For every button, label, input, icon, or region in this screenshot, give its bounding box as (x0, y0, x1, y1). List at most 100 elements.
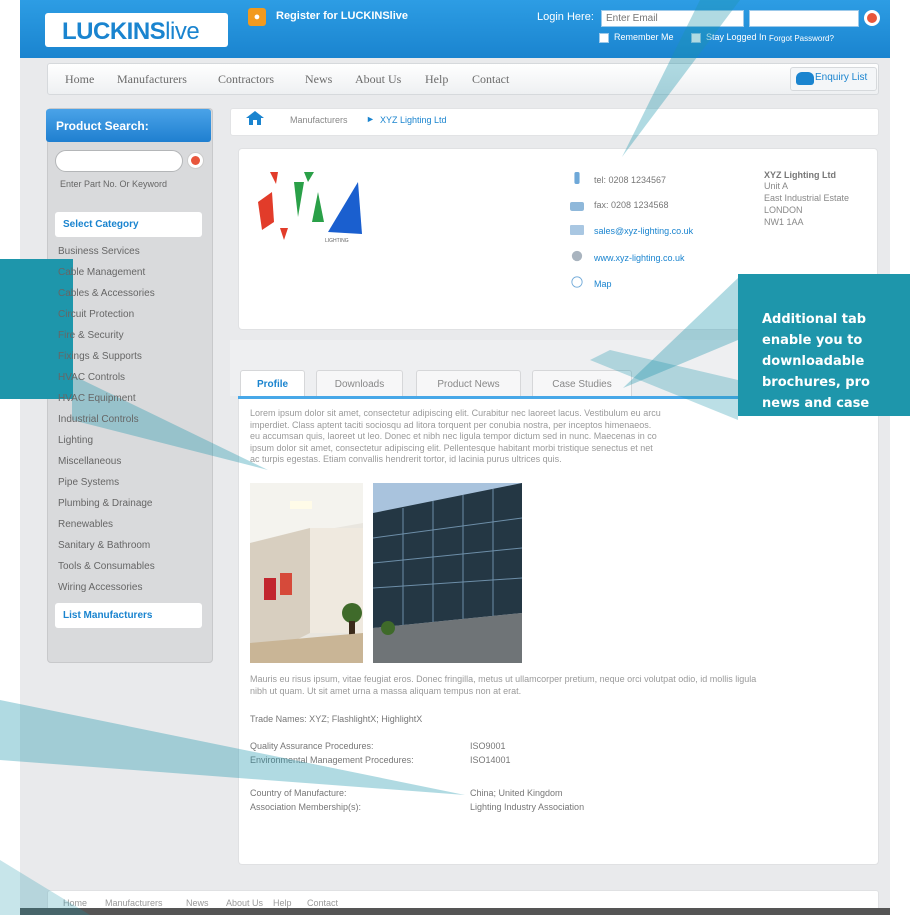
footer-contact[interactable]: Contact (307, 898, 338, 908)
country-value: China; United Kingdom (470, 788, 563, 798)
para1-line: imperdiet. Class aptent taciti sociosqu … (250, 419, 652, 430)
forgot-password-link[interactable]: Forgot Password? (769, 34, 834, 43)
logo-tagline: LIGHTING (325, 238, 349, 244)
rss-icon[interactable]: ● (248, 8, 266, 26)
profile-paragraph-2: Mauris eu risus ipsum, vitae feugiat ero… (250, 674, 870, 697)
category-item[interactable]: Plumbing & Drainage (58, 498, 153, 509)
trade-names: Trade Names: XYZ; FlashlightX; Highlight… (250, 714, 423, 724)
list-manufacturers-label: List Manufacturers (63, 610, 153, 621)
email-field[interactable] (601, 10, 744, 27)
nav-news[interactable]: News (305, 72, 332, 87)
breadcrumb-arrow-icon: ► (366, 114, 375, 124)
para1-line: ipsum dolor sit amet, consectetur adipis… (250, 442, 653, 453)
password-field[interactable] (749, 10, 859, 27)
car-icon (796, 72, 814, 85)
nav-about-us[interactable]: About Us (355, 72, 401, 87)
logo-text[interactable]: LUCKINSlive (62, 18, 200, 46)
login-label: Login Here: (537, 11, 594, 23)
company-fax: fax: 0208 1234568 (594, 200, 669, 210)
para1-line: ac turpis egestas. Etiam convallis hendr… (250, 454, 562, 464)
nav-home[interactable]: Home (65, 72, 94, 87)
env-label: Environmental Management Procedures: (250, 755, 414, 765)
company-map-link[interactable]: Map (594, 279, 612, 289)
select-category-label: Select Category (63, 219, 139, 230)
email-icon (570, 225, 584, 235)
register-link[interactable]: Register for LUCKINSlive (276, 10, 408, 22)
building-photo (373, 483, 522, 663)
category-item[interactable]: Fixings & Supports (58, 351, 142, 362)
home-icon[interactable] (246, 111, 264, 125)
tab-product-news[interactable]: Product News (416, 370, 521, 398)
category-item[interactable]: Pipe Systems (58, 477, 119, 488)
tab-downloads[interactable]: Downloads (316, 370, 403, 398)
category-item[interactable]: Fire & Security (58, 330, 124, 341)
footer-help[interactable]: Help (273, 898, 292, 908)
callout-line: news and case (762, 396, 870, 411)
search-button[interactable] (187, 152, 204, 169)
product-search-title: Product Search: (56, 119, 149, 133)
callout-line: enable you to (762, 333, 863, 348)
address-line-3: LONDON (764, 205, 803, 215)
para2-line: nibh ut quam. Ut sit amet urna a massa a… (250, 685, 522, 696)
category-item[interactable]: Industrial Controls (58, 414, 139, 425)
category-item[interactable]: Cable Management (58, 267, 145, 278)
stay-logged-checkbox[interactable] (691, 33, 701, 43)
remember-checkbox[interactable] (599, 33, 609, 43)
interior-photo (250, 483, 363, 663)
tabs-callout: Additional tab enable you to downloadabl… (738, 274, 910, 416)
footer-news[interactable]: News (186, 898, 209, 908)
address-line-4: NW1 1AA (764, 217, 804, 227)
nav-contact[interactable]: Contact (472, 72, 509, 87)
profile-paragraph-1: Lorem ipsum dolor sit amet, consectetur … (250, 408, 870, 466)
callout-line: downloadable (762, 354, 865, 369)
fax-icon (570, 202, 584, 211)
qa-value: ISO9001 (470, 741, 506, 751)
category-item[interactable]: Lighting (58, 435, 93, 446)
stay-logged-label: Stay Logged In (706, 32, 767, 42)
company-logo (258, 172, 362, 240)
search-input[interactable] (55, 150, 183, 172)
map-icon (571, 276, 583, 288)
company-name: XYZ Lighting Ltd (764, 170, 836, 180)
company-tel: tel: 0208 1234567 (594, 175, 667, 185)
callout-line: brochures, pro (762, 375, 870, 390)
tab-profile[interactable]: Profile (240, 370, 305, 398)
footer-manufacturers[interactable]: Manufacturers (105, 898, 163, 908)
globe-icon (571, 250, 583, 262)
category-item[interactable]: Business Services (58, 246, 140, 257)
bottom-strip (20, 908, 890, 915)
nav-contractors[interactable]: Contractors (218, 72, 274, 87)
phone-icon (574, 172, 580, 184)
login-button[interactable] (864, 10, 880, 26)
enquiry-list-label: Enquiry List (815, 72, 868, 83)
nav-manufacturers[interactable]: Manufacturers (117, 72, 187, 87)
tab-case-studies[interactable]: Case Studies (532, 370, 632, 398)
company-email-link[interactable]: sales@xyz-lighting.co.uk (594, 226, 693, 236)
category-item[interactable]: HVAC Controls (58, 372, 125, 383)
category-item[interactable]: Sanitary & Bathroom (58, 540, 150, 551)
qa-label: Quality Assurance Procedures: (250, 741, 374, 751)
nav-help[interactable]: Help (425, 72, 448, 87)
para1-line: eu accumsan quis, laoreet ut leo. Donec … (250, 431, 657, 441)
country-label: Country of Manufacture: (250, 788, 347, 798)
category-item[interactable]: Renewables (58, 519, 113, 530)
env-value: ISO14001 (470, 755, 511, 765)
breadcrumb-current[interactable]: XYZ Lighting Ltd (380, 115, 447, 125)
category-item[interactable]: Circuit Protection (58, 309, 134, 320)
category-item[interactable]: HVAC Equipment (58, 393, 136, 404)
address-line-1: Unit A (764, 181, 789, 191)
breadcrumb-manufacturers[interactable]: Manufacturers (290, 115, 348, 125)
association-value: Lighting Industry Association (470, 802, 585, 812)
para2-line: Mauris eu risus ipsum, vitae feugiat ero… (250, 674, 757, 684)
search-hint: Enter Part No. Or Keyword (60, 179, 168, 189)
footer-home[interactable]: Home (63, 898, 87, 908)
remember-label: Remember Me (614, 32, 674, 42)
address-line-2: East Industrial Estate (764, 193, 850, 203)
company-website-link[interactable]: www.xyz-lighting.co.uk (594, 253, 685, 263)
association-label: Association Membership(s): (250, 802, 362, 812)
category-item[interactable]: Wiring Accessories (58, 582, 142, 593)
category-item[interactable]: Miscellaneous (58, 456, 121, 467)
category-item[interactable]: Cables & Accessories (58, 288, 155, 299)
category-item[interactable]: Tools & Consumables (58, 561, 155, 572)
footer-about-us[interactable]: About Us (226, 898, 263, 908)
